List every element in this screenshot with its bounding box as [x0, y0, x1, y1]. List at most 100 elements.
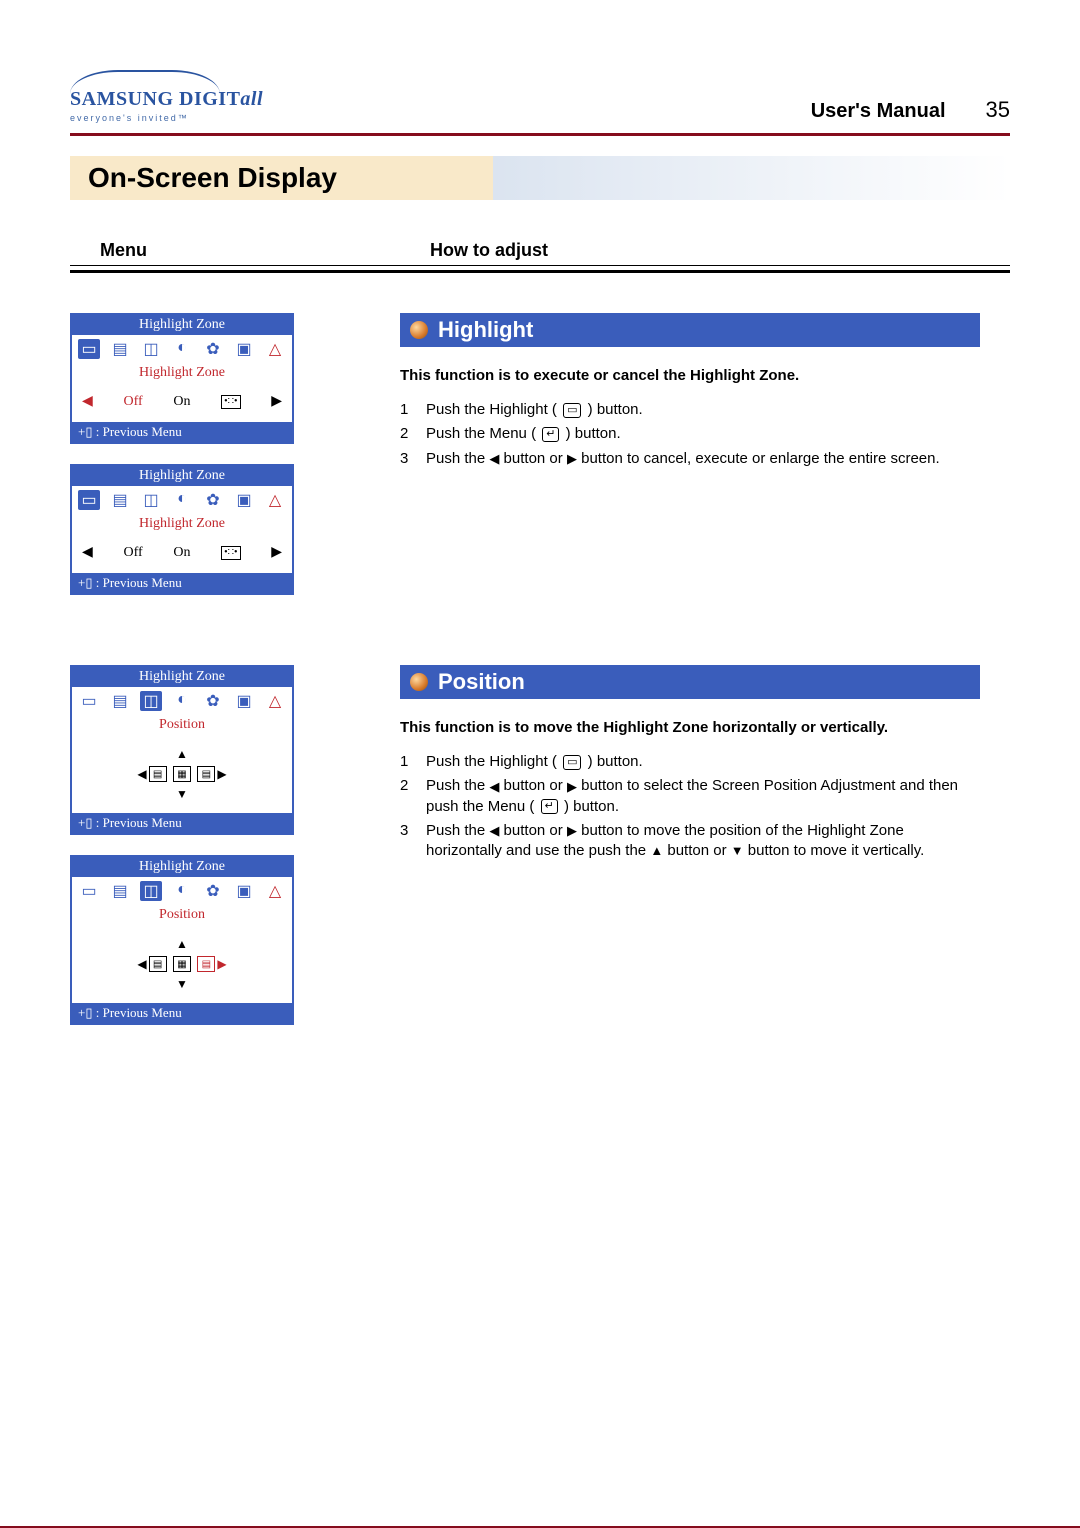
osd-icon-5: ✿ — [202, 881, 224, 901]
osd-icon-6: ▣ — [233, 691, 255, 711]
osd-icon-6: ▣ — [233, 339, 255, 359]
brand-suffix: all — [240, 88, 263, 110]
down-arrow-icon: ▼ — [176, 977, 188, 992]
osd-title: Highlight Zone — [72, 667, 292, 687]
osd-highlight-off: Highlight Zone ▭ ▤ ◫ ◐ ✿ ▣ △ Highlight Z… — [70, 313, 294, 444]
osd-subtitle: Position — [72, 715, 292, 739]
prev-prefix: +▯ : — [78, 1005, 103, 1020]
osd-icon-1: ▭ — [78, 490, 100, 510]
bullet-icon — [410, 321, 428, 339]
osd-position-b: Highlight Zone ▭ ▤ ◫ ◐ ✿ ▣ △ Position ▲ … — [70, 855, 294, 1025]
expand-icon: •∷• — [221, 546, 240, 560]
header-right: User's Manual 35 — [811, 97, 1010, 123]
osd-body: ◀ Off On •∷• ▶ — [72, 387, 292, 422]
menu-screenshots-highlight: Highlight Zone ▭ ▤ ◫ ◐ ✿ ▣ △ Highlight Z… — [70, 313, 400, 595]
osd-direction-pad: ▲ ◀▤ ▦ ▤▶ ▼ — [72, 929, 292, 1003]
osd-icon-1: ▭ — [78, 691, 100, 711]
step-1: Push the Highlight ( ▭ ) button. — [400, 750, 980, 774]
osd-icon-5: ✿ — [202, 490, 224, 510]
osd-icon-2: ▤ — [109, 881, 131, 901]
osd-icon-2: ▤ — [109, 490, 131, 510]
osd-icon-4: ◐ — [171, 881, 193, 901]
left-arrow-icon: ◀ — [489, 450, 499, 468]
osd-position-a: Highlight Zone ▭ ▤ ◫ ◐ ✿ ▣ △ Position ▲ … — [70, 665, 294, 835]
prev-prefix: +▯ : — [78, 575, 103, 590]
osd-subtitle: Highlight Zone — [72, 363, 292, 387]
opt-off: Off — [123, 545, 142, 561]
step-3: Push the ◀ button or ▶ button to move th… — [400, 819, 980, 864]
osd-icon-row: ▭ ▤ ◫ ◐ ✿ ▣ △ — [72, 877, 292, 905]
prev-prefix: +▯ : — [78, 815, 103, 830]
osd-icon-4: ◐ — [171, 339, 193, 359]
prev-label: Previous Menu — [103, 424, 182, 439]
osd-footer: +▯ : Previous Menu — [72, 1003, 292, 1023]
osd-icon-3: ◫ — [140, 881, 162, 901]
step-1: Push the Highlight ( ▭ ) button. — [400, 398, 980, 422]
manual-page: SAMSUNG DIGITall everyone's invited™ Use… — [0, 0, 1080, 1528]
row-highlight: Highlight Zone ▭ ▤ ◫ ◐ ✿ ▣ △ Highlight Z… — [70, 313, 1010, 595]
brand-tagline: everyone's invited™ — [70, 113, 263, 123]
pad-icon-left: ▤ — [149, 956, 167, 972]
row-position: Highlight Zone ▭ ▤ ◫ ◐ ✿ ▣ △ Position ▲ … — [70, 665, 1010, 1025]
osd-icon-4: ◐ — [171, 691, 193, 711]
prev-label: Previous Menu — [103, 1005, 182, 1020]
brand-logo: SAMSUNG DIGITall everyone's invited™ — [70, 70, 263, 123]
osd-body: ◀ Off On •∷• ▶ — [72, 538, 292, 573]
step-2: Push the Menu ( ↵ ) button. — [400, 422, 980, 446]
pad-icon-left: ▤ — [149, 766, 167, 782]
bullet-icon — [410, 673, 428, 691]
expand-icon: •∷• — [221, 395, 240, 409]
right-arrow-icon: ▶ — [567, 450, 577, 468]
highlight-button-icon: ▭ — [563, 403, 581, 418]
osd-footer: +▯ : Previous Menu — [72, 422, 292, 442]
down-arrow-icon: ▼ — [176, 787, 188, 802]
osd-icon-1: ▭ — [78, 881, 100, 901]
feature-bar-highlight: Highlight — [400, 313, 980, 347]
osd-icon-1: ▭ — [78, 339, 100, 359]
osd-icon-7: △ — [264, 881, 286, 901]
osd-footer: +▯ : Previous Menu — [72, 813, 292, 833]
left-arrow-icon: ◀ — [137, 767, 146, 782]
left-arrow-icon: ◀ — [82, 544, 93, 561]
osd-icon-7: △ — [264, 490, 286, 510]
page-header: SAMSUNG DIGITall everyone's invited™ Use… — [70, 70, 1010, 129]
osd-icon-3: ◫ — [140, 490, 162, 510]
feature-title: Highlight — [438, 317, 533, 343]
menu-button-icon: ↵ — [542, 427, 559, 442]
right-arrow-icon: ▶ — [567, 822, 577, 840]
right-arrow-icon: ▶ — [271, 393, 282, 410]
osd-icon-row: ▭ ▤ ◫ ◐ ✿ ▣ △ — [72, 335, 292, 363]
osd-title: Highlight Zone — [72, 466, 292, 486]
header-rule — [70, 133, 1010, 136]
instructions-highlight: Highlight This function is to execute or… — [400, 313, 1010, 595]
prev-prefix: +▯ : — [78, 424, 103, 439]
right-arrow-icon: ▶ — [217, 957, 226, 972]
osd-icon-3: ◫ — [140, 691, 162, 711]
down-arrow-icon: ▼ — [731, 842, 744, 860]
menu-column-label: Menu — [70, 240, 430, 261]
manual-label: User's Manual — [811, 100, 946, 123]
step-3: Push the ◀ button or ▶ button to cancel,… — [400, 447, 980, 471]
osd-title: Highlight Zone — [72, 315, 292, 335]
step-2: Push the ◀ button or ▶ button to select … — [400, 774, 980, 819]
opt-on: On — [173, 394, 190, 410]
osd-icon-5: ✿ — [202, 691, 224, 711]
columns-rule — [70, 265, 1010, 273]
osd-icon-2: ▤ — [109, 339, 131, 359]
osd-icon-2: ▤ — [109, 691, 131, 711]
osd-icon-row: ▭ ▤ ◫ ◐ ✿ ▣ △ — [72, 687, 292, 715]
logo-text: SAMSUNG DIGITall — [70, 88, 263, 111]
osd-icon-6: ▣ — [233, 490, 255, 510]
section-title-bar: On-Screen Display — [70, 156, 1010, 200]
feature-bar-position: Position — [400, 665, 980, 699]
osd-subtitle: Highlight Zone — [72, 514, 292, 538]
prev-label: Previous Menu — [103, 815, 182, 830]
steps-position: Push the Highlight ( ▭ ) button. Push th… — [400, 750, 980, 863]
brand-main: SAMSUNG DIGIT — [70, 88, 240, 110]
osd-icon-row: ▭ ▤ ◫ ◐ ✿ ▣ △ — [72, 486, 292, 514]
osd-subtitle: Position — [72, 905, 292, 929]
feature-title: Position — [438, 669, 525, 695]
right-arrow-icon: ▶ — [217, 767, 226, 782]
pad-icon-right: ▤ — [197, 766, 215, 782]
right-arrow-icon: ▶ — [271, 544, 282, 561]
